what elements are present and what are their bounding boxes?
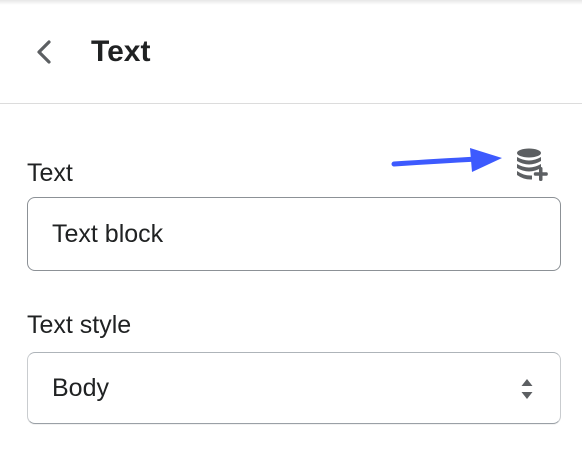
text-style-label: Text style (27, 311, 132, 339)
text-style-select[interactable]: Body (27, 352, 561, 424)
panel-header: Text (0, 0, 582, 104)
text-input[interactable] (27, 197, 561, 271)
select-arrows-icon (521, 379, 533, 399)
text-field-label: Text (27, 159, 73, 187)
arrow-annotation-icon (391, 148, 502, 172)
text-style-selected-value: Body (52, 374, 109, 402)
page-title: Text (91, 35, 151, 68)
database-plus-icon (517, 148, 548, 181)
chevron-left-icon (37, 40, 51, 64)
back-button[interactable] (22, 30, 66, 74)
connect-dynamic-source-button[interactable] (509, 143, 555, 187)
